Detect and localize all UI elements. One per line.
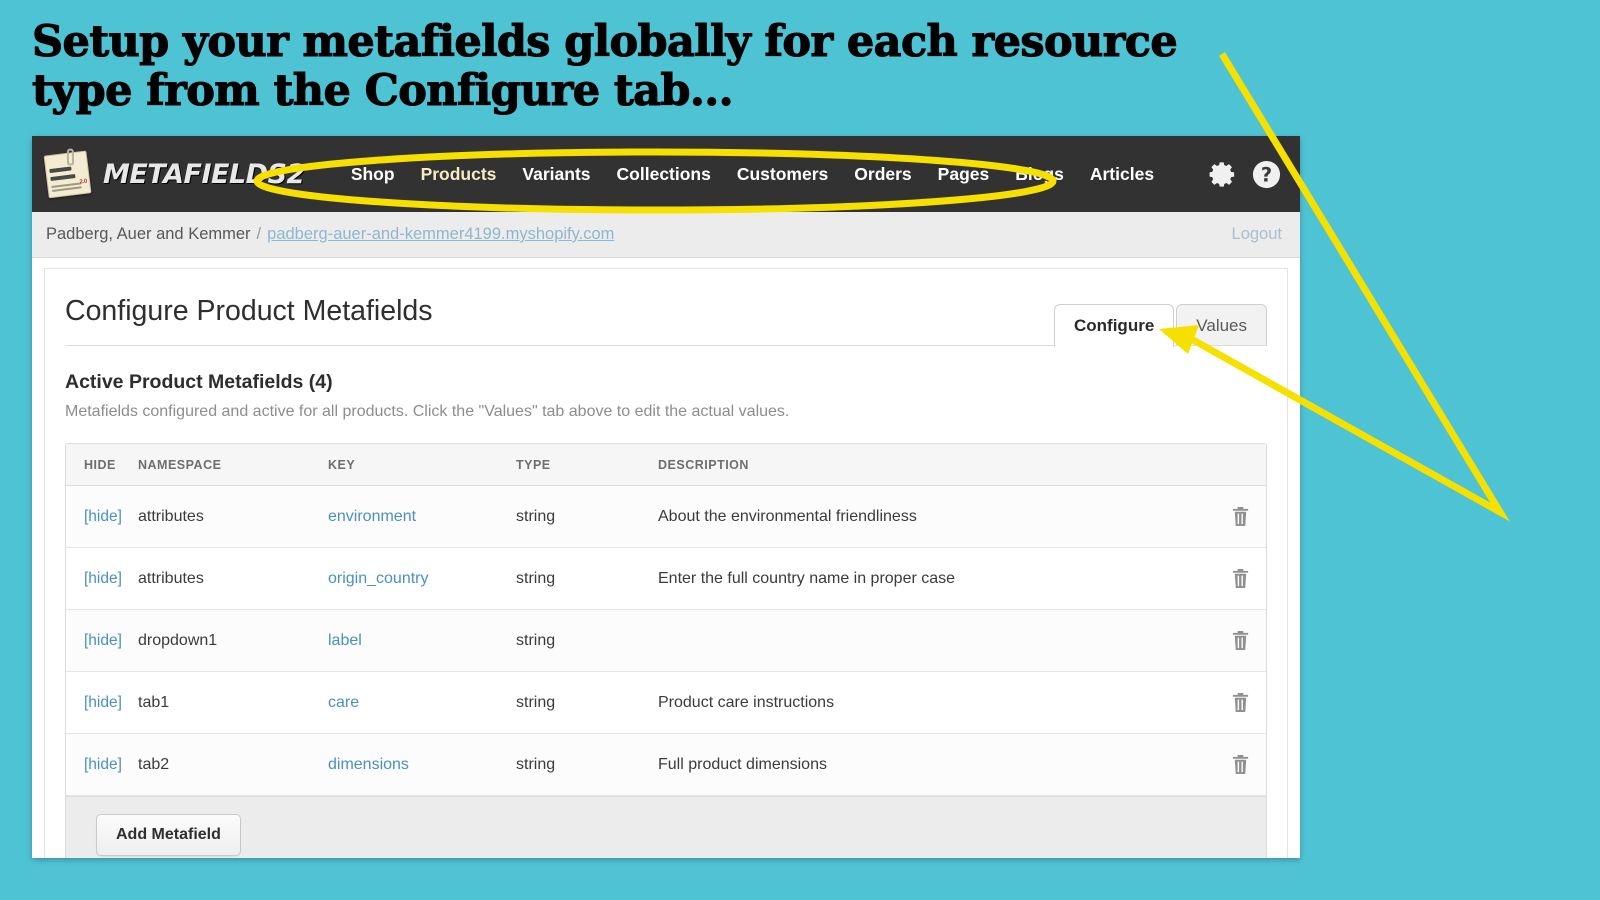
key-link[interactable]: label xyxy=(328,632,362,649)
key-link[interactable]: environment xyxy=(328,508,416,525)
cell-key: care xyxy=(328,672,516,734)
cell-description: About the environmental friendliness xyxy=(658,486,1208,548)
nav-item-products[interactable]: Products xyxy=(421,164,497,185)
trash-icon[interactable] xyxy=(1231,632,1250,649)
trash-icon[interactable] xyxy=(1231,508,1250,525)
notepad-logo-icon: 2.0 xyxy=(41,148,92,199)
table-footer: Add Metafield xyxy=(66,796,1266,858)
nav-right-icons: ? xyxy=(1207,159,1282,190)
nav-item-shop[interactable]: Shop xyxy=(351,164,395,185)
cell-key: label xyxy=(328,610,516,672)
table-row: [hide] attributes origin_country string … xyxy=(66,548,1266,610)
cell-description: Enter the full country name in proper ca… xyxy=(658,548,1208,610)
cell-key: environment xyxy=(328,486,516,548)
table-head: HIDE NAMESPACE KEY TYPE DESCRIPTION xyxy=(66,444,1266,486)
nav-item-articles[interactable]: Articles xyxy=(1090,164,1154,185)
cell-namespace: tab2 xyxy=(138,734,328,796)
column-header-type: TYPE xyxy=(516,444,658,486)
logout-link[interactable]: Logout xyxy=(1232,225,1282,244)
column-header-hide: HIDE xyxy=(66,444,138,486)
cell-namespace: attributes xyxy=(138,548,328,610)
tab-configure[interactable]: Configure xyxy=(1054,304,1174,347)
key-link[interactable]: care xyxy=(328,694,359,711)
cell-hide: [hide] xyxy=(66,548,138,610)
logo-version-badge: 2.0 xyxy=(79,179,87,186)
main-nav-links: Shop Products Variants Collections Custo… xyxy=(351,164,1154,185)
cell-type: string xyxy=(516,486,658,548)
help-icon[interactable]: ? xyxy=(1251,159,1282,190)
cell-description: Full product dimensions xyxy=(658,734,1208,796)
svg-text:?: ? xyxy=(1261,163,1272,186)
cell-delete xyxy=(1208,548,1266,610)
cell-hide: [hide] xyxy=(66,734,138,796)
page-title: Configure Product Metafields xyxy=(65,295,1054,346)
breadcrumb-bar: Padberg, Auer and Kemmer / padberg-auer-… xyxy=(32,212,1300,258)
cell-delete xyxy=(1208,672,1266,734)
column-header-key: KEY xyxy=(328,444,516,486)
page-headline: Setup your metafields globally for each … xyxy=(32,18,1262,115)
section-subtitle: Metafields configured and active for all… xyxy=(65,403,1267,421)
main-content-card: Configure Product Metafields Configure V… xyxy=(44,268,1288,858)
nav-item-orders[interactable]: Orders xyxy=(854,164,911,185)
tab-group: Configure Values xyxy=(1054,304,1267,346)
cell-namespace: tab1 xyxy=(138,672,328,734)
cell-type: string xyxy=(516,548,658,610)
cell-description: Product care instructions xyxy=(658,672,1208,734)
table-row: [hide] dropdown1 label string xyxy=(66,610,1266,672)
table-row: [hide] tab1 care string Product care ins… xyxy=(66,672,1266,734)
cell-namespace: attributes xyxy=(138,486,328,548)
hide-link[interactable]: [hide] xyxy=(84,508,122,525)
trash-icon[interactable] xyxy=(1231,570,1250,587)
hide-link[interactable]: [hide] xyxy=(84,570,122,587)
hide-link[interactable]: [hide] xyxy=(84,756,122,773)
cell-type: string xyxy=(516,610,658,672)
metafields-table-wrapper: HIDE NAMESPACE KEY TYPE DESCRIPTION [hid… xyxy=(65,443,1267,858)
cell-delete xyxy=(1208,486,1266,548)
cell-hide: [hide] xyxy=(66,610,138,672)
hide-link[interactable]: [hide] xyxy=(84,632,122,649)
cell-type: string xyxy=(516,734,658,796)
brand-wordmark: METAFIELDS2 xyxy=(103,159,305,190)
table-row: [hide] tab2 dimensions string Full produ… xyxy=(66,734,1266,796)
table-body: [hide] attributes environment string Abo… xyxy=(66,486,1266,796)
nav-item-variants[interactable]: Variants xyxy=(522,164,590,185)
cell-type: string xyxy=(516,672,658,734)
trash-icon[interactable] xyxy=(1231,756,1250,773)
section-title: Active Product Metafields (4) xyxy=(65,371,1267,394)
brand-logo[interactable]: 2.0 METAFIELDS2 xyxy=(44,151,305,197)
trash-icon[interactable] xyxy=(1231,694,1250,711)
cell-key: origin_country xyxy=(328,548,516,610)
column-header-description: DESCRIPTION xyxy=(658,444,1208,486)
tab-values[interactable]: Values xyxy=(1176,304,1267,346)
cell-hide: [hide] xyxy=(66,486,138,548)
breadcrumb-separator: / xyxy=(257,225,262,244)
top-navigation-bar: 2.0 METAFIELDS2 Shop Products Variants C… xyxy=(32,136,1300,212)
nav-item-pages[interactable]: Pages xyxy=(938,164,990,185)
cell-delete xyxy=(1208,734,1266,796)
cell-namespace: dropdown1 xyxy=(138,610,328,672)
cell-key: dimensions xyxy=(328,734,516,796)
page-header: Configure Product Metafields Configure V… xyxy=(65,269,1267,346)
column-header-namespace: NAMESPACE xyxy=(138,444,328,486)
gear-icon[interactable] xyxy=(1207,159,1238,190)
cell-hide: [hide] xyxy=(66,672,138,734)
hide-link[interactable]: [hide] xyxy=(84,694,122,711)
app-window: 2.0 METAFIELDS2 Shop Products Variants C… xyxy=(32,136,1300,858)
breadcrumb-domain-link[interactable]: padberg-auer-and-kemmer4199.myshopify.co… xyxy=(267,225,614,244)
key-link[interactable]: dimensions xyxy=(328,756,409,773)
add-metafield-button[interactable]: Add Metafield xyxy=(96,814,241,856)
table-header-row: HIDE NAMESPACE KEY TYPE DESCRIPTION xyxy=(66,444,1266,486)
cell-description xyxy=(658,610,1208,672)
table-row: [hide] attributes environment string Abo… xyxy=(66,486,1266,548)
key-link[interactable]: origin_country xyxy=(328,570,429,587)
nav-item-blogs[interactable]: Blogs xyxy=(1015,164,1064,185)
nav-item-customers[interactable]: Customers xyxy=(737,164,828,185)
metafields-table: HIDE NAMESPACE KEY TYPE DESCRIPTION [hid… xyxy=(66,444,1266,796)
column-header-delete xyxy=(1208,444,1266,486)
breadcrumb-shop-name: Padberg, Auer and Kemmer xyxy=(46,225,251,244)
cell-delete xyxy=(1208,610,1266,672)
nav-item-collections[interactable]: Collections xyxy=(617,164,711,185)
